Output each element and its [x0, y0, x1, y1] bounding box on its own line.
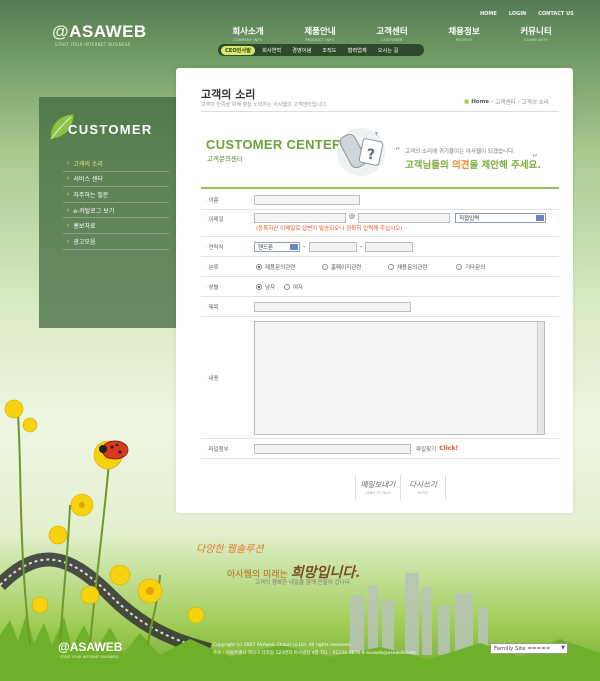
- email-domain-select[interactable]: 직접입력: [455, 213, 546, 223]
- phone-last-input[interactable]: [365, 241, 414, 252]
- slogan-sub: 고객의 행복한 내일을 함께 만들어 갑니다.: [255, 580, 352, 586]
- subnav-item-history[interactable]: 회사연혁: [258, 46, 285, 55]
- logo-text: ASAWEB: [69, 22, 147, 41]
- logo[interactable]: @ASAWEB: [52, 22, 147, 42]
- main-navigation: 회사소개 COMPANY INFO 제품안내 PRODUCT INFO 고객센터 CU…: [212, 25, 572, 42]
- radio-icon: [456, 263, 462, 270]
- chevron-right-icon: ›: [517, 99, 520, 105]
- radio-icon: [322, 263, 328, 270]
- email-note: (등록하신 이메일로 답변이 발송되오니 정확히 입력해 주십시오): [256, 226, 403, 232]
- category-homepage-radio[interactable]: 홈페이지관련: [322, 263, 388, 271]
- gnb-community[interactable]: 커뮤니티 COMMUNITY: [500, 25, 572, 42]
- radio-checked-icon: [256, 263, 262, 270]
- sidebar-item-service[interactable]: 서비스 센터: [63, 172, 169, 188]
- family-site-select[interactable]: Familly Site =====: [490, 643, 568, 654]
- top-link-login[interactable]: LOGIN: [509, 11, 526, 17]
- radio-icon: [284, 283, 290, 290]
- sidebar-menu: 고객의 소리 서비스 센터 자주하는 질문 e-카탈로그 보기 홍보자료 광고모…: [63, 156, 169, 250]
- sidebar-item-catalog[interactable]: e-카탈로그 보기: [63, 203, 169, 219]
- sub-navigation: CEO인사말 회사연혁 경영이념 조직도 협력업체 오시는 길: [218, 44, 424, 56]
- email-domain-input[interactable]: [358, 213, 450, 223]
- chevron-right-icon: ›: [491, 99, 494, 105]
- page-description: 고객의 만족을 위해 항상 노력하는 아사웹의 고객센터입니다.: [201, 102, 328, 108]
- copyright-text: Copyright (c) 2007 ASAweb Global co.Ltd.…: [213, 643, 352, 648]
- footer-copyright: Copyright (c) 2007 ASAweb Global co.Ltd.…: [213, 642, 416, 658]
- label-gender: 성별: [201, 283, 251, 291]
- quote-close-icon: ”: [532, 152, 538, 165]
- gnb-customer[interactable]: 고객센터 CUSTOMER: [356, 25, 428, 42]
- form-top-divider: [201, 187, 559, 189]
- row-gender: 성별 남자 여자: [201, 277, 559, 297]
- category-product-radio[interactable]: 제품문의관련: [256, 263, 322, 271]
- sidebar-item-voice[interactable]: 고객의 소리: [63, 156, 169, 172]
- banner-title: CUSTOMER CENTER: [206, 137, 342, 152]
- sidebar-item-pr[interactable]: 홍보자료: [63, 218, 169, 234]
- phone-type-select[interactable]: 핸드폰: [254, 241, 300, 252]
- gnb-product[interactable]: 제품안내 PRODUCT INFO: [284, 25, 356, 42]
- phone-dash: -: [303, 242, 306, 251]
- row-subject: 제목: [201, 297, 559, 317]
- category-other-radio[interactable]: 기타문의: [456, 263, 485, 271]
- subnav-item-organization[interactable]: 조직도: [318, 46, 340, 55]
- svg-text:?: ?: [367, 147, 375, 163]
- sidebar-item-faq[interactable]: 자주하는 질문: [63, 187, 169, 203]
- label-subject: 제목: [201, 303, 251, 311]
- subnav-item-philosophy[interactable]: 경영이념: [288, 46, 315, 55]
- banner-subtitle: 고객문의센터: [207, 155, 243, 163]
- label-email: 이메일: [201, 215, 251, 223]
- email-at: @: [349, 213, 355, 220]
- label-category: 분류: [201, 263, 251, 271]
- email-id-input[interactable]: [254, 213, 346, 223]
- label-content: 내용: [201, 374, 251, 382]
- banner-line1: 고객의 소리에 귀기울이는 아사웹이 되겠습니다.: [405, 149, 515, 155]
- top-links: HOME LOGIN CONTACT US: [480, 11, 574, 17]
- address-text: 주소 : 서울특별시 가나구 다라동 123번지 아사빌딩 4층 TEL : 0…: [213, 651, 416, 656]
- phone-middle-input[interactable]: [308, 241, 357, 252]
- divider: [201, 111, 559, 112]
- logo-at: @: [52, 22, 70, 41]
- subnav-item-ceo[interactable]: CEO인사말: [221, 45, 256, 55]
- home-icon: ■: [464, 99, 470, 105]
- gnb-company[interactable]: 회사소개 COMPANY INFO: [212, 25, 284, 42]
- footer-logo-tagline: START YOUR INTERNET BUSINESS: [60, 655, 119, 659]
- radio-icon: [388, 263, 394, 270]
- top-link-home[interactable]: HOME: [480, 11, 497, 17]
- row-category: 분류 제품문의관련 홈페이지관련 채용문의관련 기타문의: [201, 257, 559, 277]
- logo-tagline: START YOUR INTERNET BUSINESS: [55, 42, 131, 47]
- sidebar: CUSTOMER 고객의 소리 서비스 센터 자주하는 질문 e-카탈로그 보기…: [39, 97, 177, 328]
- quote-open-icon: “: [395, 145, 401, 158]
- gender-male-radio[interactable]: 남자: [256, 283, 284, 291]
- breadcrumb-home[interactable]: Home: [471, 99, 489, 105]
- gnb-recruit[interactable]: 채용정보 RECRUIT: [428, 25, 500, 42]
- row-phone: 연락처 핸드폰 - -: [201, 237, 559, 257]
- sidebar-title: CUSTOMER: [68, 122, 153, 137]
- gender-female-radio[interactable]: 여자: [284, 283, 303, 291]
- label-name: 이름: [201, 196, 251, 204]
- subnav-item-location[interactable]: 오시는 길: [374, 46, 403, 55]
- breadcrumb-mid[interactable]: 고객센터: [495, 98, 515, 106]
- top-link-contact[interactable]: CONTACT US: [538, 11, 573, 17]
- page-title: 고객의 소리: [201, 88, 256, 101]
- flower-scenery: [0, 399, 600, 681]
- name-input[interactable]: [254, 194, 360, 205]
- footer-logo: @ASAWEB: [58, 640, 123, 654]
- sidebar-item-ads[interactable]: 광고모음: [63, 234, 169, 250]
- label-phone: 연락처: [201, 243, 251, 251]
- telephone-icon: ?: [337, 128, 385, 176]
- radio-checked-icon: [256, 283, 262, 290]
- breadcrumb: ■ Home › 고객센터 › 고객의 소리: [464, 98, 549, 106]
- category-recruit-radio[interactable]: 채용문의관련: [388, 263, 456, 271]
- subject-input[interactable]: [254, 301, 411, 312]
- row-name: 이름: [201, 190, 559, 210]
- breadcrumb-current: 고객의 소리: [521, 100, 549, 106]
- phone-dash: -: [359, 242, 363, 251]
- slogan-script: 다양한 웹솔루션: [196, 544, 264, 555]
- subnav-item-partners[interactable]: 협력업체: [344, 46, 371, 55]
- banner-line2: 고객님들의 의견을 제안해 주세요.: [405, 160, 541, 171]
